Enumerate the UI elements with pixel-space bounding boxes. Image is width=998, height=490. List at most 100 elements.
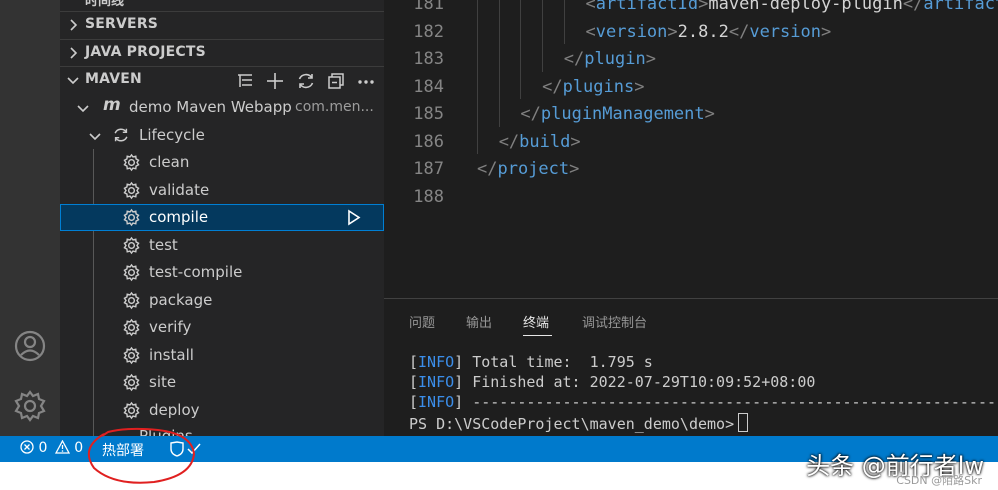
lifecycle-item-test[interactable]: test (60, 232, 384, 259)
tag-close-bracket: > (667, 21, 678, 42)
shield-check-status[interactable] (168, 441, 202, 461)
servers-section-header[interactable]: SERVERS (60, 11, 384, 38)
gear-icon (123, 346, 140, 364)
lifecycle-item-label: test-compile (149, 263, 243, 281)
lifecycle-item-label: package (149, 290, 213, 309)
chevron-right-icon (70, 19, 78, 31)
indent-guide (477, 0, 478, 154)
tag-close-bracket: > (569, 159, 580, 179)
csdn-watermark: CSDN @陌路Skr (896, 474, 982, 487)
line-number: 187 (413, 159, 444, 179)
lifecycle-item-package[interactable]: package (60, 287, 384, 314)
tag-open-bracket: < (585, 0, 596, 14)
code-line: </build> (499, 132, 581, 152)
tab-debug-console[interactable]: 调试控制台 (582, 312, 647, 331)
lifecycle-item-install[interactable]: install (60, 342, 384, 369)
line-number: 181 (413, 0, 444, 14)
terminal-line: [INFO] Finished at: 2022-07-29T10:09:52+… (409, 373, 815, 391)
chevron-down-icon (89, 133, 101, 141)
gear-icon (123, 318, 140, 337)
error-count: 0 (38, 440, 48, 456)
code-line: <artifactId>maven-deploy-plugin</artifac… (586, 0, 998, 14)
lifecycle-item-compile[interactable]: compile (60, 204, 384, 231)
warning-count: 0 (74, 440, 84, 456)
more-icon[interactable] (356, 71, 376, 91)
code-line: <version>2.8.2</version> (586, 22, 832, 42)
bracket: [ (409, 353, 419, 371)
chevron-down-icon (67, 77, 79, 85)
servers-label: SERVERS (85, 16, 159, 32)
xml-end-tag: </artifactId> (902, 0, 998, 14)
maven-label: MAVEN (85, 71, 142, 87)
tab-terminal[interactable]: 终端 (523, 312, 549, 331)
lifecycle-item-validate[interactable]: validate (60, 177, 384, 204)
refresh-icon[interactable] (296, 71, 316, 91)
gear-icon (123, 153, 140, 172)
lifecycle-item-label: clean (149, 153, 190, 171)
tab-output[interactable]: 输出 (466, 312, 492, 331)
run-play-icon[interactable] (346, 209, 362, 226)
terminal-prompt-line: PS D:\VSCodeProject\maven_demo\demo> (409, 413, 749, 433)
plugins-row-partial[interactable]: Plugins (60, 425, 384, 436)
lifecycle-item-clean[interactable]: clean (60, 149, 384, 176)
gear-icon (123, 181, 140, 199)
lifecycle-label: Lifecycle (139, 126, 205, 144)
xml-tag-name: build (519, 131, 571, 152)
add-icon[interactable] (265, 71, 285, 91)
gear-icon (123, 291, 140, 309)
java-projects-section-header[interactable]: JAVA PROJECTS (60, 39, 384, 66)
lifecycle-row[interactable]: Lifecycle (60, 122, 384, 149)
gear-icon (123, 236, 140, 254)
activity-bar (0, 0, 60, 436)
code-line: </pluginManagement> (520, 104, 715, 124)
bracket: [ (409, 373, 419, 391)
xml-end-tag: </version> (728, 21, 832, 42)
manage-gear-icon[interactable] (12, 388, 48, 424)
code-editor[interactable]: 181 <artifactId>maven-deploy-plugin</arti… (384, 0, 998, 298)
tag-open-bracket: < (585, 21, 596, 42)
active-tab-indicator (523, 335, 552, 336)
lifecycle-item-label: compile (149, 208, 209, 226)
line-number: 185 (413, 104, 444, 124)
log-level: INFO (418, 373, 455, 391)
hot-deploy-status[interactable]: 热部署 (102, 440, 144, 460)
code-line: </plugins> (542, 77, 644, 97)
tag-text: 2.8.2 (677, 21, 729, 42)
lifecycle-item-deploy[interactable]: deploy (60, 397, 384, 424)
tag-close-bracket: > (645, 49, 656, 69)
gear-icon (123, 208, 140, 227)
log-message: ] --------------------------------------… (454, 393, 998, 411)
line-number: 182 (413, 21, 444, 42)
lifecycle-item-label: deploy (149, 400, 200, 419)
collapse-list-icon[interactable] (235, 71, 255, 91)
bottom-panel: 问题 输出 终端 调试控制台 [INFO] Total time: 1.795 … (384, 298, 998, 437)
lifecycle-item-test-compile[interactable]: test-compile (60, 259, 384, 286)
tag-open-bracket: </ (477, 159, 498, 179)
shield-check-icon (170, 441, 201, 457)
bracket: [ (409, 393, 419, 411)
collapse-all-icon[interactable] (326, 71, 346, 91)
maven-m-icon: m (103, 95, 121, 115)
lifecycle-item-verify[interactable]: verify (60, 314, 384, 341)
problems-status[interactable]: 0 0 (20, 439, 84, 456)
terminal-line: [INFO] Total time: 1.795 s (409, 353, 653, 371)
indent-guide (563, 0, 565, 44)
indent-guide (542, 0, 544, 72)
xml-tag-name: pluginManagement (540, 104, 705, 124)
timeline-section-partial[interactable]: 时间线 (85, 0, 124, 9)
error-icon (20, 440, 34, 454)
tab-problems[interactable]: 问题 (409, 312, 435, 331)
log-message: ] Total time: 1.795 s (454, 353, 653, 371)
lifecycle-item-site[interactable]: site (60, 369, 384, 396)
lifecycle-item-label: site (149, 373, 177, 391)
account-icon[interactable] (12, 328, 48, 364)
xml-tag-name: version (595, 21, 668, 42)
indent-guide (520, 0, 522, 99)
project-group: com.men... (295, 99, 374, 115)
maven-project-row[interactable]: m demo Maven Webapp com.men... (60, 94, 384, 121)
xml-tag-name: project (497, 159, 570, 179)
xml-tag-name: plugins (562, 76, 635, 97)
code-line: </project> (477, 159, 579, 179)
line-number: 183 (413, 49, 444, 69)
maven-section-header[interactable]: MAVEN (60, 66, 384, 93)
